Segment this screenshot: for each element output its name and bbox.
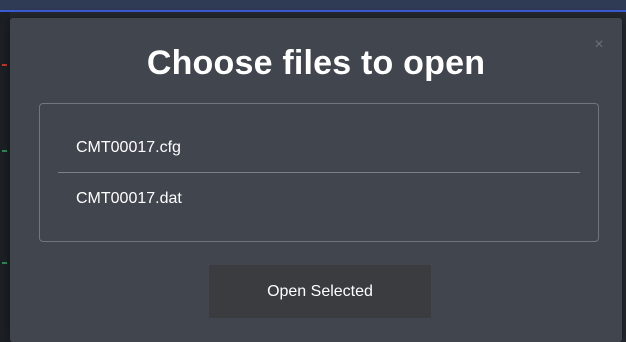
open-selected-button[interactable]: Open Selected bbox=[209, 265, 431, 318]
close-icon[interactable]: × bbox=[592, 37, 606, 53]
left-panel-edge bbox=[0, 12, 10, 342]
file-list-item[interactable]: CMT00017.cfg bbox=[58, 123, 580, 173]
file-list-item[interactable]: CMT00017.dat bbox=[58, 174, 580, 224]
topbar-accent-line bbox=[0, 10, 626, 12]
dialog-title: Choose files to open bbox=[146, 44, 486, 82]
left-marker-green bbox=[2, 150, 7, 152]
left-marker-green-2 bbox=[2, 262, 7, 264]
file-list: CMT00017.cfg CMT00017.dat bbox=[39, 103, 599, 242]
left-marker-red bbox=[2, 64, 7, 66]
open-files-dialog: Choose files to open × CMT00017.cfg CMT0… bbox=[10, 18, 622, 342]
